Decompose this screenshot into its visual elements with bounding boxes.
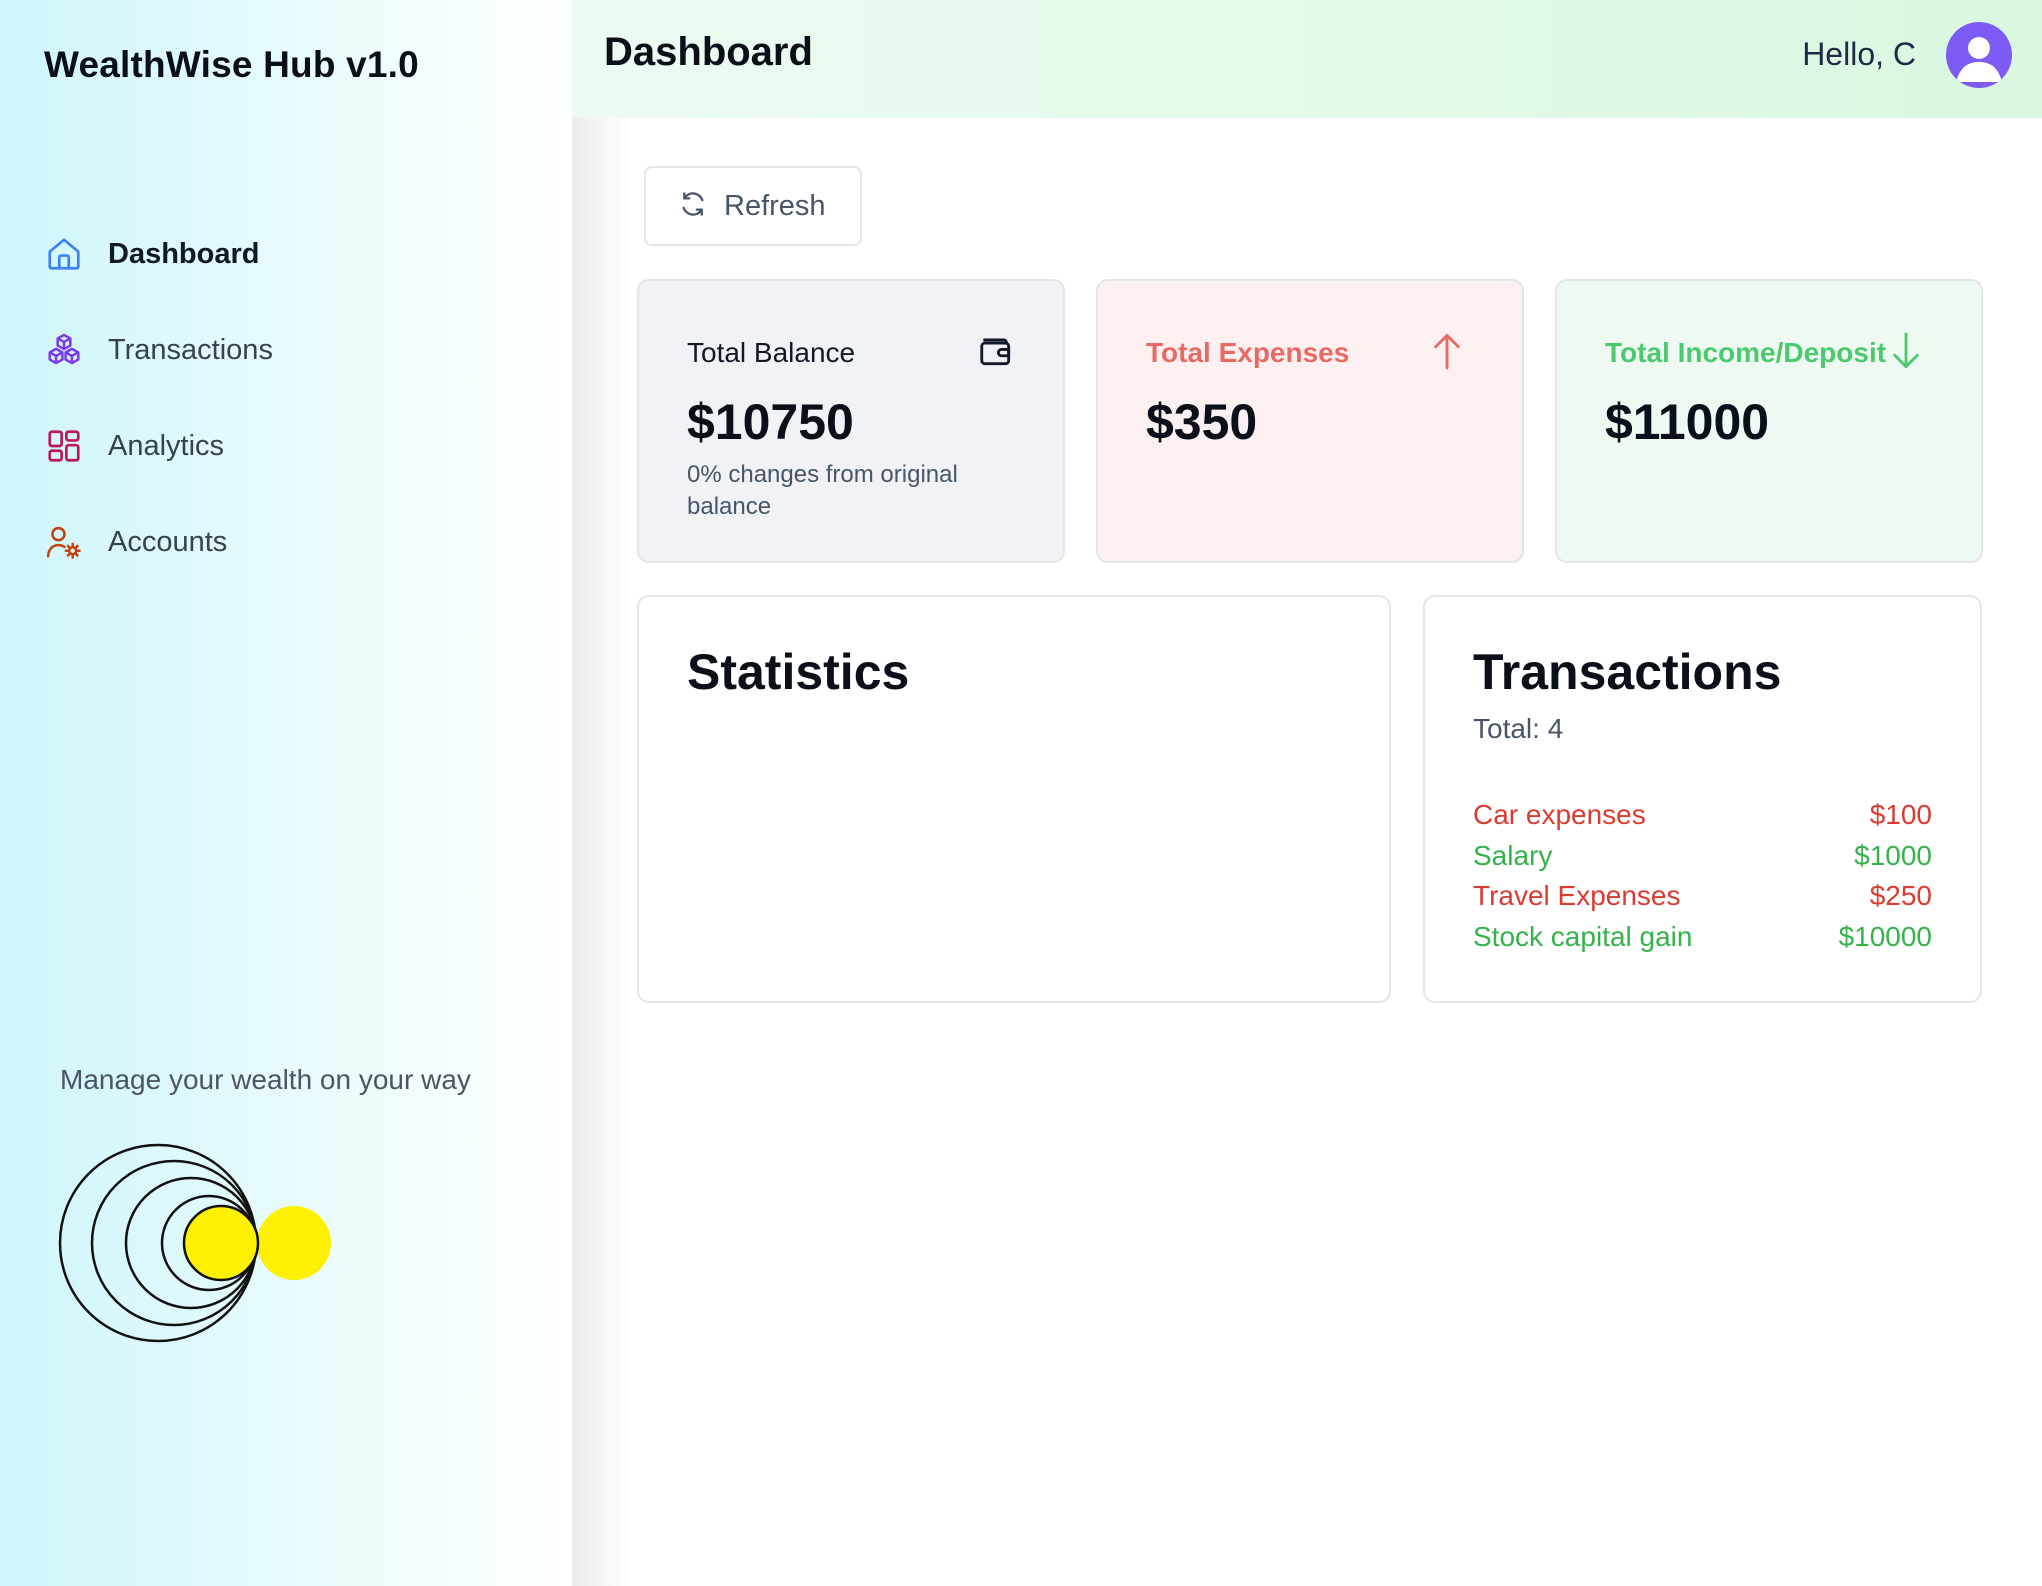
refresh-label: Refresh xyxy=(724,189,826,222)
list-item: Salary $1000 xyxy=(1473,836,1932,877)
refresh-button[interactable]: Refresh xyxy=(644,166,862,246)
top-bar: Dashboard Hello, C xyxy=(572,0,2042,118)
arrow-up-icon xyxy=(1430,331,1464,376)
total-income-card: Total Income/Deposit $11000 xyxy=(1555,279,1983,563)
total-balance-value: $10750 xyxy=(687,394,854,450)
sidebar-item-label: Accounts xyxy=(108,525,228,558)
total-income-value: $11000 xyxy=(1605,394,1770,450)
total-expenses-card: Total Expenses $350 xyxy=(1096,279,1524,563)
cubes-icon xyxy=(44,330,84,370)
transaction-name: Car expenses xyxy=(1473,799,1646,830)
total-expenses-title: Total Expenses xyxy=(1146,337,1350,368)
list-item: Car expenses $100 xyxy=(1473,795,1932,836)
app-brand: WealthWise Hub v1.0 xyxy=(44,44,419,85)
user-cog-icon xyxy=(44,522,84,562)
transactions-list: Car expenses $100 Salary $1000 Travel Ex… xyxy=(1473,795,1932,957)
sidebar-tagline: Manage your wealth on your way xyxy=(60,1064,471,1095)
sidebar-item-label: Analytics xyxy=(108,429,225,462)
user-greeting: Hello, C xyxy=(1802,36,1916,72)
transaction-amount: $250 xyxy=(1869,880,1932,911)
total-balance-card: Total Balance $10750 0% changes from ori… xyxy=(637,279,1065,563)
arrow-down-icon xyxy=(1889,331,1923,376)
avatar[interactable] xyxy=(1946,22,2012,88)
sidebar-item-dashboard[interactable]: Dashboard xyxy=(44,228,524,280)
transactions-title: Transactions xyxy=(1473,644,1782,700)
sidebar-shadow xyxy=(572,0,632,1586)
decorative-circles-illustration xyxy=(58,1143,331,1343)
sidebar-item-transactions[interactable]: Transactions xyxy=(44,324,524,376)
sidebar-item-analytics[interactable]: Analytics xyxy=(44,420,524,472)
transactions-panel: Transactions Total: 4 Car expenses $100 … xyxy=(1423,595,1982,1003)
page-title: Dashboard xyxy=(604,30,813,74)
wallet-icon xyxy=(977,332,1015,375)
total-income-title: Total Income/Deposit xyxy=(1605,337,1887,368)
grid-icon xyxy=(44,426,84,466)
transaction-amount: $100 xyxy=(1869,799,1932,830)
balance-change-note: 0% changes from original balance xyxy=(687,461,958,520)
transaction-amount: $1000 xyxy=(1854,839,1932,871)
list-item: Stock capital gain $10000 xyxy=(1473,917,1932,958)
sidebar-nav: Dashboard Transactions Analytics Account… xyxy=(44,228,524,612)
user-avatar-icon xyxy=(1956,37,2002,82)
sidebar-item-label: Transactions xyxy=(108,333,273,366)
transactions-total: Total: 4 xyxy=(1473,713,1564,744)
home-icon xyxy=(44,234,84,274)
total-expenses-value: $350 xyxy=(1146,394,1258,450)
statistics-panel: Statistics xyxy=(637,595,1391,1003)
transaction-amount: $10000 xyxy=(1838,920,1932,952)
refresh-icon xyxy=(678,189,708,224)
list-item: Travel Expenses $250 xyxy=(1473,876,1932,917)
sidebar-item-label: Dashboard xyxy=(108,237,260,270)
main-content: Dashboard Hello, C Refresh Total Balance xyxy=(572,0,2042,1586)
transaction-name: Stock capital gain xyxy=(1473,920,1693,952)
sidebar-item-accounts[interactable]: Accounts xyxy=(44,516,524,568)
total-balance-title: Total Balance xyxy=(687,337,856,368)
sidebar: WealthWise Hub v1.0 Dashboard Transactio… xyxy=(0,0,572,1586)
transaction-name: Salary xyxy=(1473,839,1553,871)
transaction-name: Travel Expenses xyxy=(1473,880,1681,911)
statistics-title: Statistics xyxy=(687,644,910,700)
